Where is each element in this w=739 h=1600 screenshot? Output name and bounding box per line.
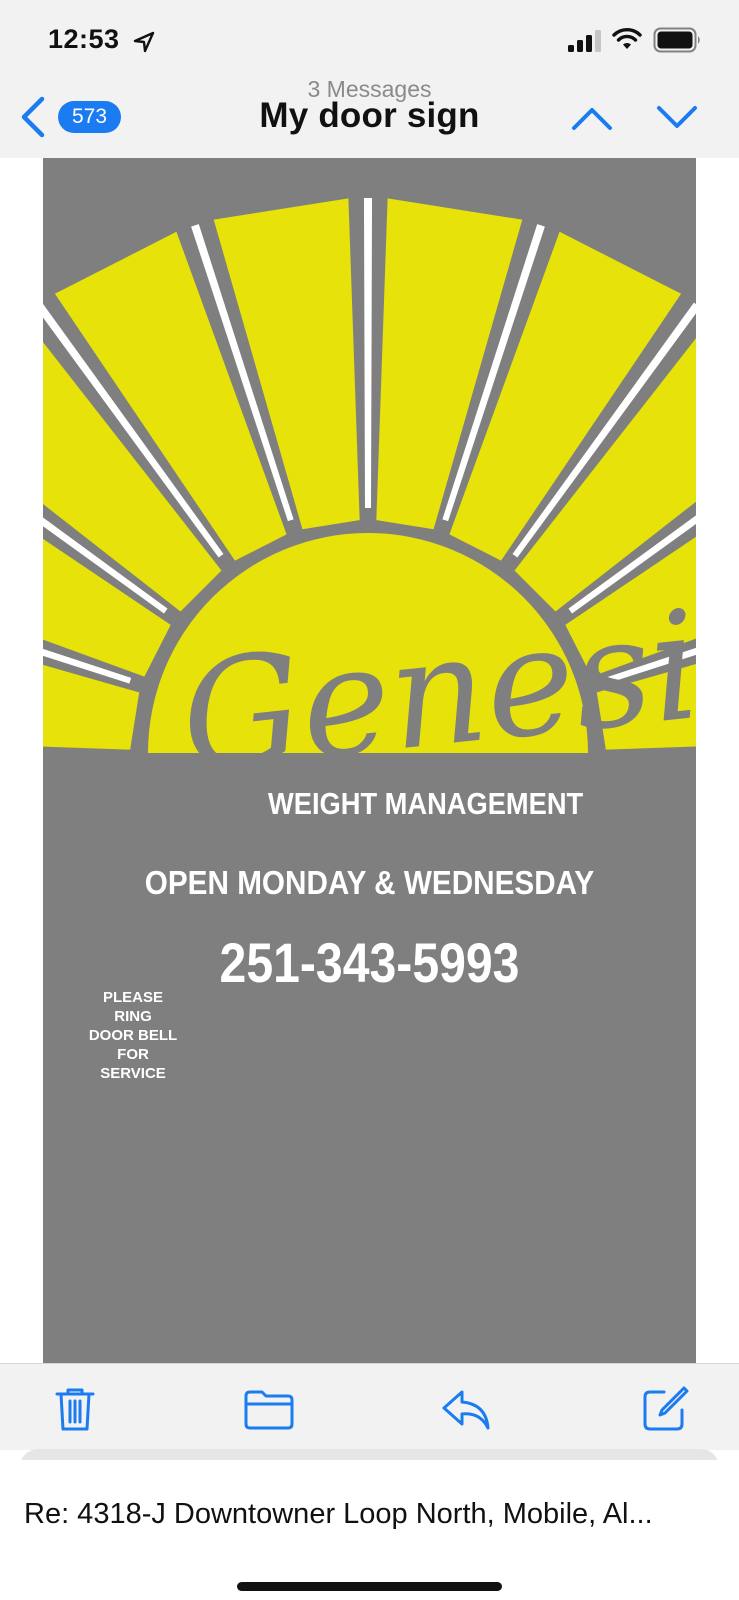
trash-icon[interactable]	[50, 1384, 100, 1434]
sign-note-line: PLEASE RING	[102, 989, 163, 1025]
next-message-button[interactable]	[655, 100, 699, 134]
home-indicator[interactable]	[237, 1582, 502, 1591]
thread-title: My door sign	[259, 96, 480, 135]
draft-subject[interactable]: Re: 4318-J Downtowner Loop North, Mobile…	[24, 1498, 724, 1531]
sign-hours: OPEN MONDAY & WEDNESDAY	[144, 864, 595, 901]
bottom-toolbar	[0, 1363, 739, 1450]
folder-icon[interactable]	[244, 1384, 294, 1434]
previous-message-button[interactable]	[570, 100, 614, 134]
compose-icon[interactable]	[640, 1384, 690, 1434]
sign-subtitle: WEIGHT MANAGEMENT	[268, 786, 584, 821]
sign-note: PLEASE RING DOOR BELL FOR SERVICE	[83, 988, 183, 1083]
battery-icon	[653, 27, 700, 53]
svg-text:Genesis: Genesis	[173, 571, 696, 806]
door-sign-image: Genesis WEIGHT MANAGEMENT OPEN MONDAY & …	[43, 158, 696, 1363]
sign-phone: 251-343-5993	[219, 931, 520, 994]
cellular-signal-icon	[568, 30, 601, 52]
message-content[interactable]: Genesis WEIGHT MANAGEMENT OPEN MONDAY & …	[0, 158, 739, 1363]
reply-icon[interactable]	[442, 1384, 492, 1434]
location-arrow-icon	[133, 31, 155, 53]
message-draft-sheet[interactable]: Re: 4318-J Downtowner Loop North, Mobile…	[0, 1460, 739, 1600]
mail-thread-screen: 12:53 573 3 Messages My door sign Genesi…	[0, 0, 739, 1600]
wifi-icon	[612, 28, 642, 49]
status-time: 12:53	[48, 24, 120, 54]
sign-note-line: FOR SERVICE	[100, 1046, 166, 1082]
genesis-script-logo: Genesis	[173, 571, 696, 806]
sign-note-line: DOOR BELL	[88, 1027, 178, 1044]
top-chrome: 12:53 573 3 Messages My door sign	[0, 0, 739, 159]
